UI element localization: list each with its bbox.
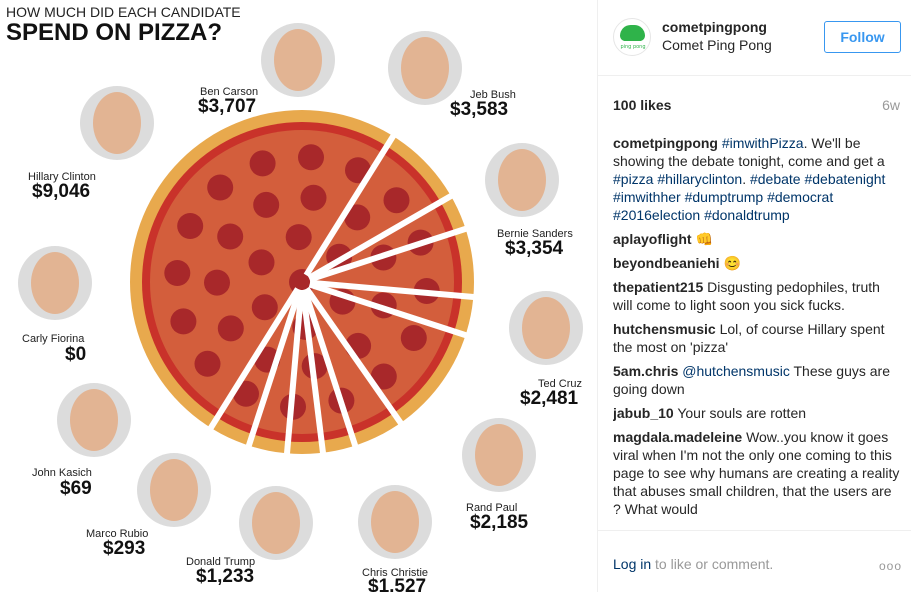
more-options-icon[interactable]: ooo <box>879 559 902 573</box>
pizza <box>130 110 480 460</box>
pepperoni <box>194 350 221 377</box>
login-prompt: Log in to like or comment. <box>613 556 773 572</box>
comment: aplayoflight 👊 <box>613 230 903 248</box>
comment-user[interactable]: thepatient215 <box>613 279 703 295</box>
hashtag-link[interactable]: #imwithher <box>613 189 681 205</box>
candidate-amount: $69 <box>60 478 92 499</box>
comment-user[interactable]: hutchensmusic <box>613 321 716 337</box>
avatar[interactable]: ping pong <box>613 18 651 56</box>
hashtag-link[interactable]: #2016election <box>613 207 700 223</box>
candidate-face-icon <box>274 29 322 91</box>
pepperoni <box>170 308 197 335</box>
caption-user[interactable]: cometpingpong <box>613 135 718 151</box>
candidate-face-icon <box>93 92 141 154</box>
candidate-face-icon <box>31 252 79 314</box>
image-title-line2: SPEND ON PIZZA? <box>6 19 222 46</box>
hashtag-link[interactable]: #debate <box>750 171 801 187</box>
caption-fragment: . <box>742 171 750 187</box>
pepperoni <box>249 150 276 177</box>
login-link[interactable]: Log in <box>613 556 651 572</box>
full-name: Comet Ping Pong <box>662 37 772 53</box>
candidate-face-icon <box>252 492 300 554</box>
avatar-caption: ping pong <box>620 44 646 50</box>
post-footer: Log in to like or comment. ooo <box>598 530 911 592</box>
hashtag-link[interactable]: #debatenight <box>804 171 885 187</box>
candidate-amount: $1,233 <box>196 566 254 587</box>
candidate-amount: $3,354 <box>505 238 564 259</box>
post-header: ping pong cometpingpong Comet Ping Pong … <box>598 0 911 76</box>
username-link[interactable]: cometpingpong <box>662 19 767 35</box>
comment-text: 👊 <box>695 231 713 247</box>
candidate-face-icon <box>498 149 546 211</box>
post-caption: cometpingpong #imwithPizza. We'll be sho… <box>613 134 903 224</box>
comment-user[interactable]: magdala.madeleine <box>613 429 742 445</box>
hashtag-link[interactable]: #imwithPizza <box>722 135 804 151</box>
hashtag-link[interactable]: #hillaryclinton <box>657 171 742 187</box>
comment-text: 😊 <box>723 255 741 271</box>
image-title-line1: HOW MUCH DID EACH CANDIDATE <box>6 4 241 20</box>
candidate-amount: $293 <box>103 538 145 559</box>
comment: hutchensmusic Lol, of course Hillary spe… <box>613 320 903 356</box>
pepperoni <box>217 223 244 250</box>
hashtag-link[interactable]: #pizza <box>613 171 653 187</box>
candidate-face-icon <box>475 424 523 486</box>
pepperoni <box>253 191 280 218</box>
pepperoni <box>217 315 244 342</box>
candidate-amount: $2,481 <box>520 388 579 409</box>
candidate-amount: $9,046 <box>32 181 90 202</box>
mention-link[interactable]: @hutchensmusic <box>682 363 790 379</box>
hashtag-link[interactable]: #democrat <box>767 189 833 205</box>
comment: magdala.madeleine Wow..you know it goes … <box>613 428 903 518</box>
post-image: HOW MUCH DID EACH CANDIDATE SPEND ON PIZ… <box>0 0 597 592</box>
candidate-face-icon <box>401 37 449 99</box>
candidate-face-icon <box>150 459 198 521</box>
comment: beyondbeaniehi 😊 <box>613 254 903 272</box>
candidate-face-icon <box>70 389 118 451</box>
comment: thepatient215 Disgusting pedophiles, tru… <box>613 278 903 314</box>
hashtag-link[interactable]: #donaldtrump <box>704 207 790 223</box>
pepperoni <box>164 260 191 286</box>
pepperoni <box>400 325 427 351</box>
comment-text: Your souls are rotten <box>677 405 807 421</box>
comment: jabub_10 Your souls are rotten <box>613 404 903 422</box>
pizza-infographic: HOW MUCH DID EACH CANDIDATE SPEND ON PIZ… <box>6 4 583 592</box>
pepperoni <box>285 224 312 251</box>
comment-user[interactable]: beyondbeaniehi <box>613 255 720 271</box>
pepperoni <box>248 249 275 276</box>
comet-logo-icon <box>620 25 645 41</box>
candidate-face-icon <box>371 491 419 553</box>
likes-count[interactable]: 100 likes <box>613 97 671 113</box>
comment-user[interactable]: aplayoflight <box>613 231 692 247</box>
follow-button[interactable]: Follow <box>824 21 901 53</box>
post-time[interactable]: 6w <box>882 97 900 113</box>
pepperoni <box>251 294 278 321</box>
candidate-amount: $2,185 <box>470 512 529 533</box>
comment-user[interactable]: 5am.chris <box>613 363 678 379</box>
pepperoni <box>298 144 324 171</box>
candidate-amount: $0 <box>65 344 86 365</box>
candidate-amount: $1,527 <box>368 576 426 592</box>
candidate-amount: $3,707 <box>198 96 256 117</box>
hashtag-link[interactable]: #dumptrump <box>685 189 764 205</box>
candidate-amount: $3,583 <box>450 99 508 120</box>
pepperoni <box>177 213 204 239</box>
post-side-panel: ping pong cometpingpong Comet Ping Pong … <box>597 0 911 592</box>
comment-user[interactable]: jabub_10 <box>613 405 674 421</box>
login-suffix: to like or comment. <box>651 556 774 572</box>
comment: 5am.chris @hutchensmusic These guys are … <box>613 362 903 398</box>
candidate-face-icon <box>522 297 570 359</box>
pepperoni <box>204 269 230 296</box>
pepperoni <box>383 187 410 214</box>
pepperoni <box>300 184 327 211</box>
pepperoni <box>207 174 234 201</box>
comments-list: cometpingpong #imwithPizza. We'll be sho… <box>613 134 903 524</box>
